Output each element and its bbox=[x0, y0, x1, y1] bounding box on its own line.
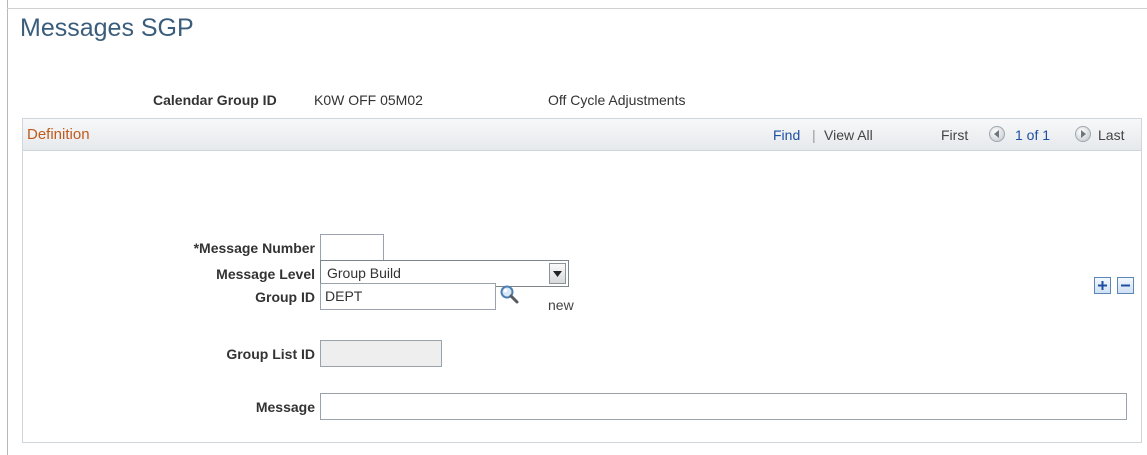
group-id-status: new bbox=[548, 297, 574, 313]
calendar-group-description: Off Cycle Adjustments bbox=[548, 92, 686, 108]
message-level-label: Message Level bbox=[216, 266, 315, 282]
grid-title: Definition bbox=[27, 126, 90, 143]
grid-header: Definition Find | View All First 1 of 1 … bbox=[23, 119, 1141, 151]
group-id-label: Group ID bbox=[255, 289, 315, 305]
row-count: 1 of 1 bbox=[1015, 127, 1051, 143]
message-label: Message bbox=[255, 399, 315, 415]
nav-separator: | bbox=[812, 127, 816, 143]
first-link[interactable]: First bbox=[941, 127, 968, 143]
next-arrow-icon[interactable] bbox=[1075, 126, 1091, 142]
find-link[interactable]: Find bbox=[773, 127, 800, 143]
magnifier-icon[interactable] bbox=[498, 284, 522, 306]
page-title: Messages SGP bbox=[20, 14, 194, 42]
message-level-value: Group Build bbox=[327, 265, 401, 281]
chevron-down-icon[interactable] bbox=[549, 263, 566, 284]
group-list-id-label: Group List ID bbox=[226, 346, 315, 362]
last-link[interactable]: Last bbox=[1098, 127, 1124, 143]
minus-icon[interactable] bbox=[1117, 277, 1134, 294]
group-list-id-input bbox=[320, 340, 442, 367]
group-id-input[interactable]: DEPT bbox=[320, 283, 496, 310]
message-number-label: *Message Number bbox=[193, 240, 315, 256]
view-all-link[interactable]: View All bbox=[824, 127, 873, 143]
calendar-group-value: K0W OFF 05M02 bbox=[314, 92, 423, 108]
prev-arrow-icon[interactable] bbox=[989, 126, 1005, 142]
calendar-group-label: Calendar Group ID bbox=[153, 92, 277, 108]
frame-left-border bbox=[7, 0, 8, 455]
message-number-input[interactable] bbox=[320, 234, 384, 261]
frame-top-border bbox=[7, 8, 1147, 9]
message-input[interactable] bbox=[320, 393, 1127, 420]
plus-icon[interactable] bbox=[1094, 277, 1111, 294]
